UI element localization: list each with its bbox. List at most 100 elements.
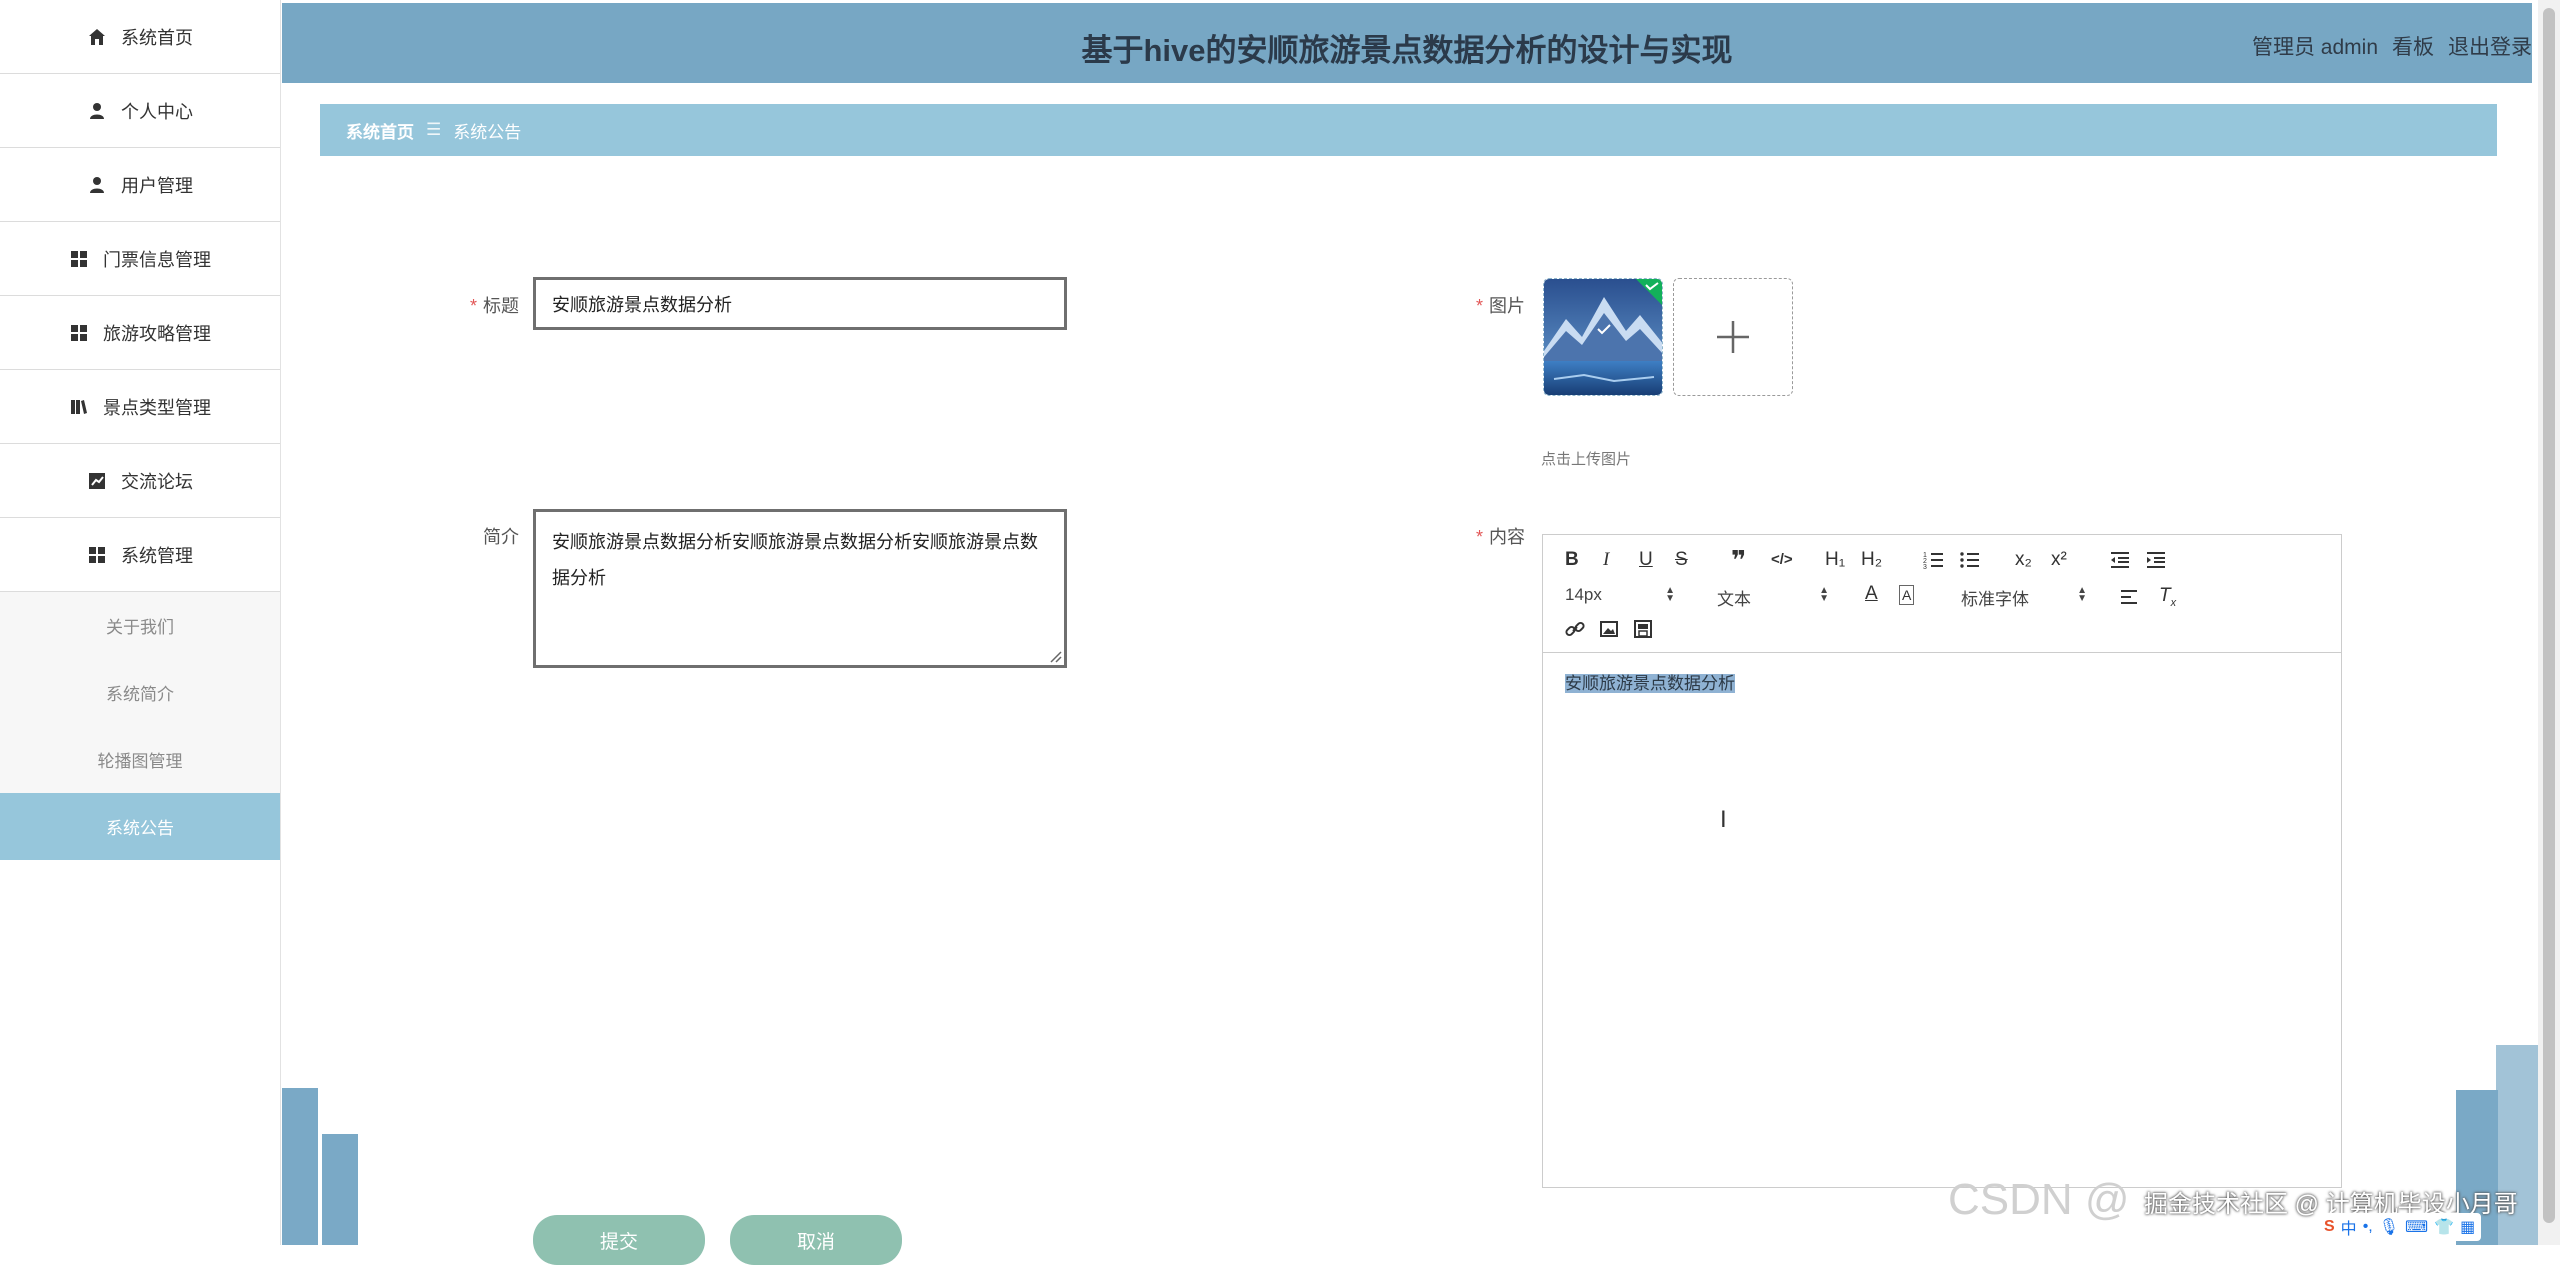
ordered-list-icon[interactable]: 123 (1923, 549, 1945, 571)
font-family-select[interactable]: 标准字体 ▲ ▼ (1961, 585, 2087, 610)
heading2-icon[interactable]: H₂ (1861, 549, 1882, 571)
upload-hint: 点击上传图片 (1541, 451, 1632, 468)
logout-link[interactable]: 退出登录 (2448, 31, 2532, 61)
required-star: * (470, 296, 478, 316)
sidebar: 系统首页 个人中心 用户管理 门票信息管理 旅游攻略管理 景点类型管理 交流论坛… (0, 0, 281, 1245)
ime-punctuation-icon: •, (2362, 1218, 2373, 1235)
ime-keyboard-icon: ⌨ (2405, 1219, 2429, 1236)
sidebar-subitem-intro[interactable]: 系统简介 (0, 659, 280, 726)
decoration-block (322, 1134, 358, 1245)
font-color-icon[interactable]: A (1865, 583, 1878, 605)
submit-button[interactable]: 提交 (533, 1215, 705, 1265)
sidebar-item-label: 用户管理 (121, 175, 193, 196)
text-type-select[interactable]: 文本 ▲ ▼ (1717, 585, 1829, 610)
sidebar-item-label: 旅游攻略管理 (103, 323, 211, 344)
cancel-button[interactable]: 取消 (730, 1215, 902, 1265)
outdent-icon[interactable] (2109, 549, 2131, 571)
home-icon (87, 27, 107, 47)
select-arrow-icon: ▲ ▼ (1665, 585, 1675, 604)
grid-icon (69, 323, 89, 343)
indent-icon[interactable] (2145, 549, 2167, 571)
editor-content[interactable]: 安顺旅游景点数据分析 (1565, 669, 1735, 694)
editor-toolbar: B I U S ❞ </> H₁ H₂ 123 x₂ x² 14px ▲ ▼ 文本 ▲… (1543, 535, 2341, 653)
ime-chinese-icon: 中 (2340, 1221, 2357, 1238)
sidebar-item-label: 个人中心 (121, 101, 193, 122)
underline-icon[interactable]: U (1639, 549, 1653, 571)
required-star: * (1476, 527, 1484, 547)
ime-mic-icon: 🎙 (2378, 1219, 2400, 1236)
sidebar-item-label: 景点类型管理 (103, 397, 211, 418)
top-header: 基于hive的安顺旅游景点数据分析的设计与实现 管理员 admin 看板 退出登… (282, 3, 2532, 83)
resize-handle-icon[interactable] (1048, 649, 1062, 663)
select-arrow-icon: ▲ ▼ (2077, 585, 2087, 604)
breadcrumb-separator-icon: ☰ (426, 120, 442, 139)
grid-icon (69, 249, 89, 269)
csdn-watermark: CSDN @ (1948, 1175, 2130, 1224)
user-label: 管理员 admin (2251, 36, 2378, 59)
sidebar-subitem-about[interactable]: 关于我们 (0, 592, 280, 659)
code-icon[interactable]: </> (1771, 551, 1793, 568)
required-star: * (1476, 296, 1484, 316)
page-scrollbar[interactable] (2538, 0, 2560, 1245)
grid-icon (87, 545, 107, 565)
sidebar-item-label: 门票信息管理 (103, 249, 211, 270)
sidebar-item-profile[interactable]: 个人中心 (0, 74, 280, 148)
sidebar-item-guides[interactable]: 旅游攻略管理 (0, 296, 280, 370)
font-size-select[interactable]: 14px ▲ ▼ (1565, 585, 1675, 605)
sidebar-item-home[interactable]: 系统首页 (0, 0, 280, 74)
link-icon[interactable] (1565, 619, 1585, 639)
sidebar-item-forum[interactable]: 交流论坛 (0, 444, 280, 518)
image-label: * 图片 (1476, 296, 1526, 316)
sidebar-subitem-carousel[interactable]: 轮播图管理 (0, 726, 280, 793)
breadcrumb: 系统首页 ☰ 系统公告 (320, 104, 2497, 156)
bullet-list-icon[interactable] (1959, 549, 1981, 571)
image-upload-button[interactable] (1673, 278, 1793, 396)
sidebar-item-tickets[interactable]: 门票信息管理 (0, 222, 280, 296)
sidebar-item-system[interactable]: 系统管理 (0, 518, 280, 592)
italic-icon[interactable]: I (1603, 549, 1609, 571)
subscript-icon[interactable]: x₂ (2015, 549, 2032, 571)
strikethrough-icon[interactable]: S (1675, 549, 1688, 571)
ime-skin-icon: 👕 (2434, 1219, 2455, 1236)
svg-text:3: 3 (1923, 564, 1927, 571)
summary-textarea[interactable]: 安顺旅游景点数据分析安顺旅游景点数据分析安顺旅游景点数据分析 (533, 509, 1067, 668)
scrollbar-thumb[interactable] (2543, 8, 2555, 1223)
breadcrumb-current: 系统公告 (453, 122, 522, 142)
ime-logo-icon: S (2324, 1218, 2335, 1235)
decoration-block (282, 1088, 318, 1245)
user-icon (87, 101, 107, 121)
user-icon (87, 175, 107, 195)
sidebar-item-users[interactable]: 用户管理 (0, 148, 280, 222)
library-icon (69, 397, 89, 417)
plus-icon (1717, 321, 1749, 353)
ime-grid-icon: ▦ (2460, 1219, 2476, 1236)
blockquote-icon[interactable]: ❞ (1731, 545, 1746, 576)
summary-label: 简介 (483, 527, 519, 547)
clear-format-icon[interactable]: Tx (2159, 585, 2176, 609)
content-label: * 内容 (1476, 527, 1526, 547)
ime-toolbar[interactable]: S 中 •, 🎙 ⌨ 👕 ▦ (2318, 1213, 2482, 1241)
title-label: * 标题 (470, 296, 520, 316)
sidebar-item-label: 系统首页 (121, 27, 193, 48)
superscript-icon[interactable]: x² (2051, 549, 2067, 571)
bold-icon[interactable]: B (1565, 549, 1579, 571)
dashboard-link[interactable]: 看板 (2392, 31, 2434, 61)
rich-text-editor: B I U S ❞ </> H₁ H₂ 123 x₂ x² 14px ▲ ▼ 文本 ▲… (1542, 534, 2342, 1188)
video-insert-icon[interactable] (1633, 619, 1653, 639)
header-actions: 管理员 admin 看板 退出登录 (2252, 31, 2532, 61)
sidebar-item-spot-types[interactable]: 景点类型管理 (0, 370, 280, 444)
image-insert-icon[interactable] (1599, 619, 1619, 639)
align-icon[interactable] (2119, 587, 2141, 607)
title-input[interactable]: 安顺旅游景点数据分析 (533, 277, 1067, 330)
breadcrumb-home[interactable]: 系统首页 (346, 118, 414, 143)
select-arrow-icon: ▲ ▼ (1819, 585, 1829, 604)
chart-icon (87, 471, 107, 491)
sidebar-subitem-notice[interactable]: 系统公告 (0, 793, 280, 860)
sidebar-item-label: 系统管理 (121, 545, 193, 566)
background-color-icon[interactable]: A (1899, 585, 1915, 605)
heading1-icon[interactable]: H₁ (1825, 549, 1845, 571)
sidebar-item-label: 交流论坛 (121, 471, 193, 492)
uploaded-image-thumbnail[interactable] (1543, 278, 1663, 396)
app-title: 基于hive的安顺旅游景点数据分析的设计与实现 (1081, 33, 1733, 68)
text-cursor-icon: I (1720, 806, 1727, 833)
